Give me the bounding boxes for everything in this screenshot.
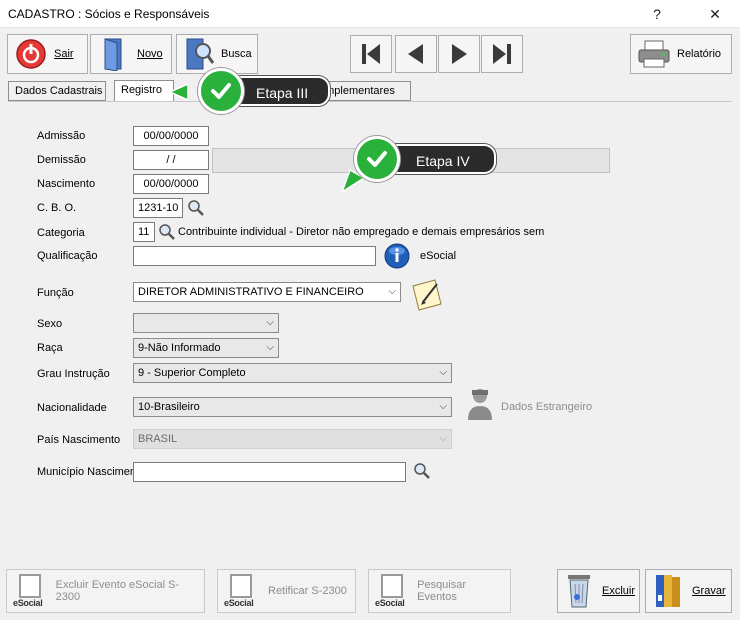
tab-registro[interactable]: Registro [114,80,174,102]
binders-icon [652,571,684,612]
printer-icon [637,37,671,71]
esocial-icon: eSocial [13,572,48,610]
raca-value: 9-Não Informado [138,342,221,354]
chevron-down-icon: ⌵ [439,367,447,378]
municipio-nascimento-input[interactable] [133,462,406,482]
nascimento-label: Nascimento [37,178,96,190]
relatorio-button[interactable]: Relatório [630,34,732,74]
pais-nascimento-label: País Nascimento [37,434,121,446]
grau-instrucao-label: Grau Instrução [37,368,110,380]
municipio-nascimento-label: Município Nascimen [37,466,137,478]
nacionalidade-value: 10-Brasileiro [138,401,200,413]
nascimento-input[interactable]: 00/00/0000 [133,174,209,194]
funcao-label: Função [37,287,74,299]
tab-panel-border [8,101,732,102]
categoria-search-icon[interactable] [158,223,176,244]
check-icon [198,68,244,114]
callout-pointer [168,82,189,102]
busca-label: Busca [221,48,252,60]
excluir-label: Excluir [602,585,636,597]
chevron-down-icon: ⌵ [439,401,447,412]
last-record-button[interactable] [481,35,523,73]
sexo-select[interactable]: ⌵ [133,313,279,333]
info-icon[interactable] [384,243,410,272]
esocial-icon: eSocial [375,572,409,610]
admissao-label: Admissão [37,130,86,142]
help-button[interactable]: ? [642,4,672,24]
search-door-icon [183,37,215,71]
retificar-button[interactable]: eSocial Retificar S-2300 [217,569,356,613]
window-title: CADASTRO : Sócios e Responsáveis [8,7,210,21]
demissao-input[interactable]: / / [133,150,209,170]
gravar-label: Gravar [692,585,726,597]
title-bar: CADASTRO : Sócios e Responsáveis ? ✕ [0,0,740,28]
pesquisar-eventos-label: Pesquisar Eventos [417,579,467,603]
close-button[interactable]: ✕ [700,4,730,24]
raca-label: Raça [37,342,63,354]
raca-select[interactable]: 9-Não Informado ⌵ [133,338,279,358]
cbo-search-icon[interactable] [187,199,205,220]
last-icon [493,44,511,64]
first-icon [362,44,380,64]
check-icon [354,136,400,182]
previous-icon [408,44,423,64]
pais-nascimento-value: BRASIL [138,433,178,445]
esocial-link[interactable]: eSocial [420,250,456,262]
funcao-value: DIRETOR ADMINISTRATIVO E FINANCEIRO [138,286,364,298]
demissao-label: Demissão [37,154,86,166]
excluir-evento-label: Excluir Evento eSocial S-2300 [55,579,180,603]
chevron-down-icon: ⌵ [439,433,447,444]
grau-instrucao-select[interactable]: 9 - Superior Completo ⌵ [133,363,452,383]
previous-record-button[interactable] [395,35,437,73]
qualificacao-input[interactable] [133,246,376,266]
qualificacao-label: Qualificação [37,250,98,262]
door-icon [97,37,131,71]
nacionalidade-select[interactable]: 10-Brasileiro ⌵ [133,397,452,417]
chevron-down-icon: ⌵ [266,342,274,353]
sair-label: Sair [54,48,74,60]
estrangeiro-person-icon[interactable] [466,386,494,425]
admissao-input[interactable]: 00/00/0000 [133,126,209,146]
relatorio-label: Relatório [677,48,722,60]
trash-icon [564,571,594,612]
categoria-label: Categoria [37,227,85,239]
categoria-input[interactable]: 11 [133,222,155,242]
sair-button[interactable]: Sair [7,34,88,74]
edit-note-icon[interactable] [409,276,445,315]
dados-estrangeiro-button[interactable]: Dados Estrangeiro [501,401,592,413]
novo-label: Novo [137,48,163,60]
next-icon [452,44,467,64]
funcao-select[interactable]: DIRETOR ADMINISTRATIVO E FINANCEIRO ⌵ [133,282,401,302]
nacionalidade-label: Nacionalidade [37,402,107,414]
next-record-button[interactable] [438,35,480,73]
excluir-evento-esocial-button[interactable]: eSocial Excluir Evento eSocial S-2300 [6,569,205,613]
grau-instrucao-value: 9 - Superior Completo [138,367,246,379]
excluir-button[interactable]: Excluir [557,569,640,613]
gravar-button[interactable]: Gravar [645,569,732,613]
chevron-down-icon: ⌵ [388,286,396,297]
pesquisar-eventos-button[interactable]: eSocial Pesquisar Eventos [368,569,511,613]
chevron-down-icon: ⌵ [266,317,274,328]
novo-button[interactable]: Novo [90,34,172,74]
cbo-label: C. B. O. [37,202,77,214]
categoria-description: Contribuinte individual - Diretor não em… [178,226,545,238]
power-icon [14,37,48,71]
esocial-icon: eSocial [224,572,260,610]
pais-nascimento-select: BRASIL ⌵ [133,429,452,449]
municipio-search-icon[interactable] [413,462,431,483]
first-record-button[interactable] [350,35,392,73]
cbo-input[interactable]: 1231-10 [133,198,183,218]
tab-dados-cadastrais[interactable]: Dados Cadastrais [8,81,106,101]
sexo-label: Sexo [37,318,63,330]
retificar-label: Retificar S-2300 [268,585,347,597]
